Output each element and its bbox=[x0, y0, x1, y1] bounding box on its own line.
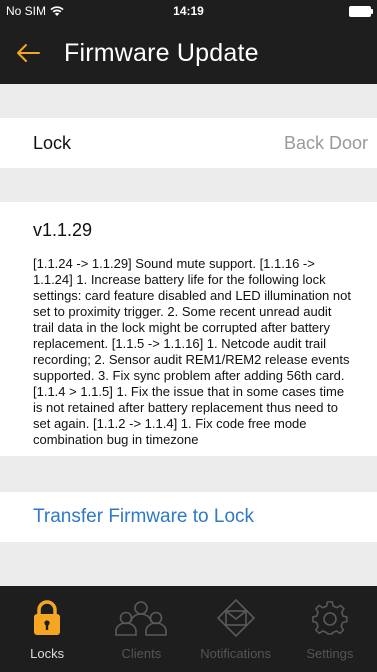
release-notes[interactable]: [1.1.24 -> 1.1.29] Sound mute support. [… bbox=[33, 256, 361, 456]
tab-clients-label: Clients bbox=[121, 646, 162, 661]
carrier-label: No SIM bbox=[6, 4, 47, 18]
lock-value: Back Door bbox=[283, 132, 368, 153]
padlock-icon bbox=[19, 596, 75, 640]
section-spacer bbox=[0, 84, 377, 118]
lock-label: Lock bbox=[33, 132, 72, 153]
navigation-bar: Firmware Update bbox=[0, 22, 377, 84]
section-spacer bbox=[0, 168, 377, 202]
battery-icon bbox=[349, 5, 373, 17]
tab-notifications[interactable]: Notifications bbox=[189, 586, 283, 672]
tab-clients[interactable]: Clients bbox=[94, 586, 188, 672]
transfer-firmware-label: Transfer Firmware to Lock bbox=[33, 506, 255, 527]
tab-locks-label: Locks bbox=[30, 646, 65, 661]
wifi-icon bbox=[50, 5, 64, 16]
gear-icon bbox=[302, 596, 358, 640]
tab-bar: Locks Clients Notifications Settings bbox=[0, 586, 377, 672]
envelope-icon bbox=[208, 596, 264, 640]
transfer-firmware-button[interactable]: Transfer Firmware to Lock bbox=[0, 492, 377, 542]
tab-settings[interactable]: Settings bbox=[283, 586, 377, 672]
tab-locks[interactable]: Locks bbox=[0, 586, 94, 672]
status-bar: No SIM 14:19 bbox=[0, 0, 377, 22]
page-title: Firmware Update bbox=[64, 38, 259, 67]
firmware-details: v1.1.29 [1.1.24 -> 1.1.29] Sound mute su… bbox=[0, 202, 377, 456]
lock-row[interactable]: Lock Back Door bbox=[0, 118, 377, 168]
back-button[interactable] bbox=[0, 22, 56, 84]
tab-notifications-label: Notifications bbox=[200, 646, 272, 661]
section-spacer bbox=[0, 456, 377, 492]
carrier-group: No SIM bbox=[6, 4, 64, 18]
firmware-version: v1.1.29 bbox=[33, 220, 93, 240]
users-icon bbox=[113, 596, 169, 640]
tab-settings-label: Settings bbox=[306, 646, 354, 661]
back-arrow-icon bbox=[17, 44, 40, 62]
